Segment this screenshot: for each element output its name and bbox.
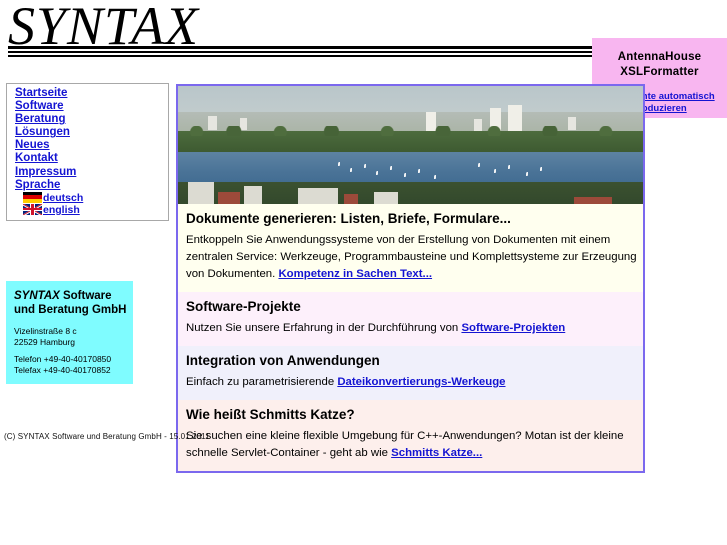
site-logo: SYNTAX — [8, 0, 600, 64]
hero-image-alster-panorama — [178, 86, 643, 204]
logo-rule-top — [8, 46, 600, 49]
sidebar-item-impressum[interactable]: Impressum — [15, 166, 168, 179]
promo-title-line2: XSLFormatter — [620, 66, 699, 78]
language-label-deutsch: deutsch — [43, 191, 84, 204]
section-body-text: Einfach zu parametrisierende — [186, 376, 338, 388]
language-label-english: english — [43, 203, 80, 216]
language-option-deutsch[interactable]: deutsch — [23, 191, 168, 204]
section-body: Sie suchen eine kleine flexible Umgebung… — [178, 428, 643, 471]
address-city: 22529 Hamburg — [14, 337, 75, 347]
logo-rule-middle — [8, 51, 600, 53]
section-integration-von-anwendungen: Integration von Anwendungen Einfach zu p… — [178, 346, 643, 400]
copyright-footer: (C) SYNTAX Software und Beratung GmbH - … — [4, 432, 210, 441]
page-header: SYNTAX — [0, 0, 600, 66]
sidebar-item-kontakt[interactable]: Kontakt — [15, 152, 168, 165]
address-phone: Telefon +49-40-40170850 — [14, 354, 112, 364]
section-body-text: Nutzen Sie unsere Erfahrung in der Durch… — [186, 322, 462, 334]
address-street: Vizelinstraße 8 c — [14, 326, 77, 336]
german-flag-icon — [23, 191, 42, 203]
company-address-box: SYNTAX Software und Beratung GmbH Vizeli… — [6, 281, 133, 384]
section-body: Einfach zu parametrisierende Dateikonver… — [178, 374, 643, 400]
section-software-projekte: Software-Projekte Nutzen Sie unsere Erfa… — [178, 292, 643, 346]
section-link-dateikonvertierungs-werkzeuge[interactable]: Dateikonvertierungs-Werkeuge — [337, 376, 505, 388]
section-link-software-projekten[interactable]: Software-Projekten — [461, 322, 565, 334]
address-fax: Telefax +49-40-40170852 — [14, 365, 111, 375]
company-name-brand: SYNTAX — [14, 290, 60, 302]
section-schmitts-katze: Wie heißt Schmitts Katze? Sie suchen ein… — [178, 400, 643, 471]
promo-title-line1: AntennaHouse — [617, 51, 702, 63]
section-heading: Software-Projekte — [186, 299, 301, 314]
section-link-kompetenz[interactable]: Kompetenz in Sachen Text... — [278, 268, 432, 280]
hero-treeline — [178, 126, 643, 153]
logo-rule-bottom — [8, 55, 600, 57]
section-body: Nutzen Sie unsere Erfahrung in der Durch… — [178, 320, 643, 346]
language-option-english[interactable]: english — [23, 203, 168, 216]
sidebar-item-loesungen[interactable]: Lösungen — [15, 126, 168, 139]
section-heading: Wie heißt Schmitts Katze? — [186, 407, 355, 422]
section-link-schmitts-katze[interactable]: Schmitts Katze... — [391, 447, 482, 459]
sidebar-item-software[interactable]: Software — [15, 100, 168, 113]
sidebar-item-beratung[interactable]: Beratung — [15, 113, 168, 126]
sidebar-item-sprache[interactable]: Sprache — [15, 179, 168, 192]
uk-flag-icon — [23, 203, 42, 215]
section-body: Entkoppeln Sie Anwendungssysteme von der… — [178, 232, 643, 292]
company-name: SYNTAX Software und Beratung GmbH — [14, 289, 127, 317]
sidebar-item-neues[interactable]: Neues — [15, 139, 168, 152]
main-navigation: Startseite Software Beratung Lösungen Ne… — [6, 83, 169, 221]
section-dokumente-generieren: Dokumente generieren: Listen, Briefe, Fo… — [178, 204, 643, 292]
sidebar-item-startseite[interactable]: Startseite — [15, 87, 168, 100]
section-heading: Integration von Anwendungen — [186, 353, 380, 368]
main-content-panel: Dokumente generieren: Listen, Briefe, Fo… — [176, 84, 645, 473]
section-heading: Dokumente generieren: Listen, Briefe, Fo… — [186, 211, 511, 226]
